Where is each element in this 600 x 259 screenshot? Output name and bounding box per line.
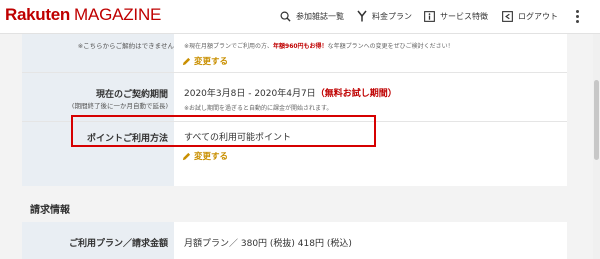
nav-service-features[interactable]: サービス特徴 [424,8,488,24]
nav-price-plan[interactable]: 料金プラン [357,8,412,24]
nav-logout[interactable]: ログアウト [502,8,558,24]
points-change-link[interactable]: 変更する [182,150,228,162]
more-menu-icon[interactable] [574,10,580,24]
pencil-icon [182,57,191,65]
contract-period-dates: 2020年3月8日 - 2020年4月7日 [184,89,316,99]
billing-plan-value: 月額プラン／ 380円 (税抜) 418円 (税込) [184,239,352,249]
plan-note-highlight: 年額960円もお得！ [273,43,328,50]
contract-period-value: 2020年3月8日 - 2020年4月7日（無料お試し期間） [184,86,397,99]
contract-period-sublabel: (期間終了後に一か月自動で延長) [71,102,168,110]
plan-note-text-1: ※現在月額プランでご利用の方、 [184,43,274,50]
logo-magazine-text: MAGAZINE [73,5,162,24]
nav-magazine-list-label: 参加雑誌一覧 [296,11,344,21]
highlight-annotation-box [71,115,376,147]
nav-price-plan-label: 料金プラン [372,11,412,21]
account-content: ※こちらからご解約はできません ※現在月額プランでご利用の方、年額960円もお得… [0,34,600,259]
plan-change-note: ※現在月額プランでご利用の方、年額960円もお得！な年額プランへの変更をぜひご検… [184,41,454,50]
scrollbar-thumb[interactable] [594,80,599,160]
contract-period-label: 現在のご契約期間 [95,90,168,100]
pencil-icon [182,152,191,160]
nav-service-features-label: サービス特徴 [440,11,488,21]
info-icon [424,10,435,22]
free-trial-badge: （無料お試し期間） [315,89,397,99]
search-icon [280,11,291,22]
logout-icon [502,10,513,22]
billing-plan-label: ご利用プラン／請求金額 [68,239,168,249]
row-divider [22,72,567,73]
price-icon [357,10,367,22]
billing-card: ご利用プラン／請求金額 月額プラン／ 380円 (税抜) 418円 (税込) [22,222,567,259]
site-header: Rakuten MAGAZINE 参加雑誌一覧 料金プラン サービス特徴 ログア… [0,0,600,34]
plan-change-link[interactable]: 変更する [182,55,228,67]
rakuten-magazine-logo[interactable]: Rakuten MAGAZINE [5,5,161,27]
logo-rakuten-text: Rakuten [5,5,70,24]
nav-logout-label: ログアウト [518,11,558,21]
plan-change-label: 変更する [194,57,229,67]
points-change-label: 変更する [194,152,229,162]
contract-info-card: ※こちらからご解約はできません ※現在月額プランでご利用の方、年額960円もお得… [22,34,567,186]
nav-magazine-list[interactable]: 参加雑誌一覧 [280,8,344,24]
plan-note-text-2: な年額プランへの変更をぜひご検討ください！ [327,43,454,50]
trial-billing-note: ※お試し期間を過ぎると自動的に課金が開始されます。 [184,105,333,112]
label-column [22,34,174,186]
billing-section-title: 請求情報 [30,205,70,216]
plan-cancel-note: ※こちらからご解約はできません [77,42,174,50]
